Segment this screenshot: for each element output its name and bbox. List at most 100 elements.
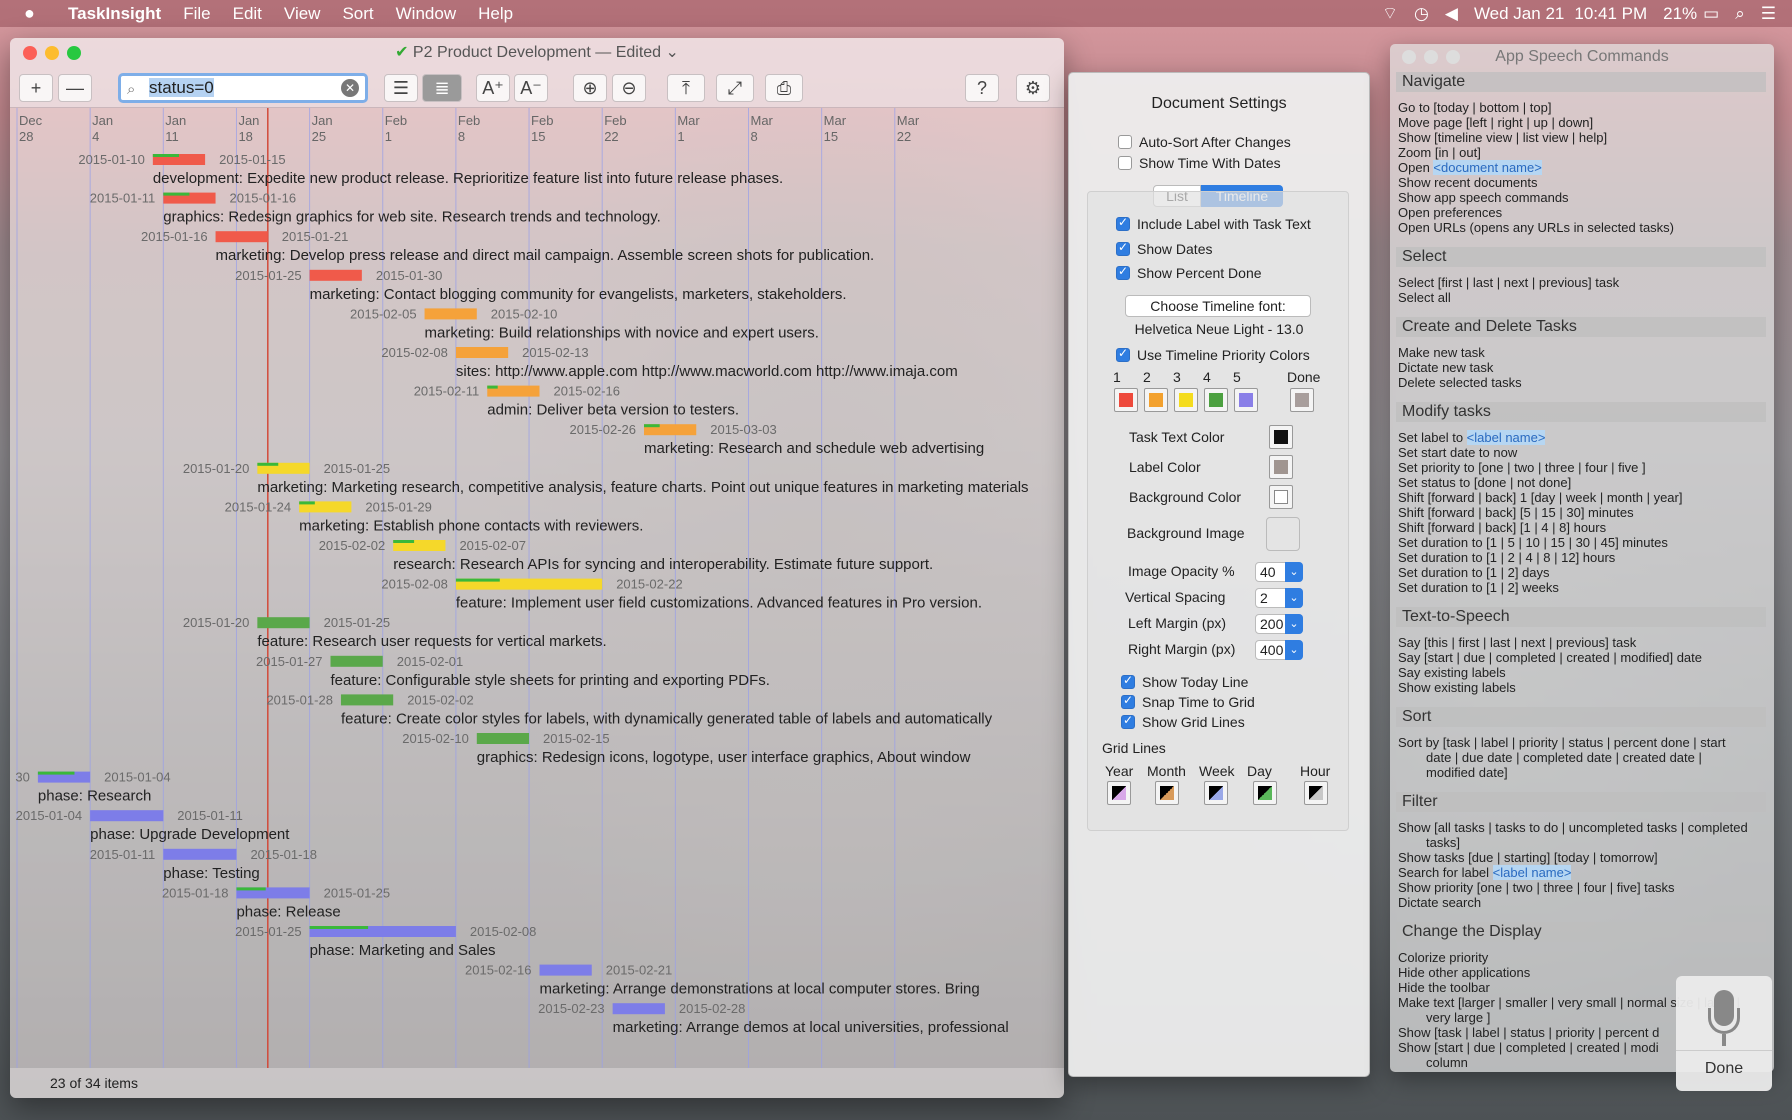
speech-command-line[interactable]: Open preferences bbox=[1398, 205, 1768, 220]
grid-lines-checkbox[interactable] bbox=[1121, 713, 1135, 729]
speech-command-line[interactable]: Open <document name> bbox=[1398, 160, 1768, 175]
speech-command-line[interactable]: Select [first | last | next | previous] … bbox=[1398, 275, 1768, 290]
bg-image-well[interactable] bbox=[1266, 517, 1300, 551]
speech-command-line[interactable]: Search for label <label name> bbox=[1398, 865, 1768, 880]
right-margin-select[interactable]: 400 ⌄ bbox=[1255, 640, 1303, 660]
label-color-swatch[interactable] bbox=[1269, 455, 1293, 479]
zoom-in-icon[interactable]: ⊕ bbox=[573, 74, 607, 102]
speech-command-line[interactable]: Sort by [task | label | priority | statu… bbox=[1398, 735, 1768, 750]
speech-command-line[interactable]: Set priority to [one | two | three | fou… bbox=[1398, 460, 1768, 475]
show-time-checkbox[interactable] bbox=[1118, 156, 1132, 170]
vertical-spacing-select[interactable]: 2 ⌄ bbox=[1255, 588, 1303, 608]
left-margin-select[interactable]: 200 ⌄ bbox=[1255, 614, 1303, 634]
speech-command-line[interactable]: Show recent documents bbox=[1398, 175, 1768, 190]
priority-3-color-swatch[interactable] bbox=[1174, 388, 1198, 412]
speech-command-line[interactable]: Shift [forward | back] 1 [day | week | m… bbox=[1398, 490, 1768, 505]
menu-window[interactable]: Window bbox=[396, 4, 456, 24]
print-icon[interactable]: ⎙ bbox=[765, 74, 803, 102]
timeline-chart[interactable]: Dec 28 Jan 4 Jan 11 Jan 18 Jan 25 Feb 1 Feb 8 Feb 15 Feb… bbox=[10, 108, 1064, 1068]
show-percent-checkbox[interactable] bbox=[1116, 264, 1130, 280]
remove-task-button[interactable]: — bbox=[58, 74, 92, 102]
priority-1-color-swatch[interactable] bbox=[1114, 388, 1138, 412]
grid-month-color-swatch[interactable] bbox=[1155, 781, 1179, 805]
speech-command-line[interactable]: Say [this | first | last | next | previo… bbox=[1398, 635, 1768, 650]
speech-command-line[interactable]: Set label to <label name> bbox=[1398, 430, 1768, 445]
app-menu[interactable]: TaskInsight bbox=[68, 4, 161, 24]
auto-sort-checkbox[interactable] bbox=[1118, 135, 1132, 149]
speech-command-line[interactable]: Set duration to [1 | 2 | 4 | 8 | 12] hou… bbox=[1398, 550, 1768, 565]
priority-4-color-swatch[interactable] bbox=[1204, 388, 1228, 412]
speech-command-line[interactable]: modified date] bbox=[1398, 765, 1768, 780]
speech-command-line[interactable]: Show tasks [due | starting] [today | tom… bbox=[1398, 850, 1768, 865]
spotlight-icon[interactable]: ⌕ bbox=[1735, 4, 1745, 24]
today-line-checkbox[interactable] bbox=[1121, 673, 1135, 689]
grid-hour-color-swatch[interactable] bbox=[1304, 781, 1328, 805]
speech-command-line[interactable]: Colorize priority bbox=[1398, 950, 1768, 965]
speech-command-line[interactable]: Make new task bbox=[1398, 345, 1768, 360]
show-dates-checkbox[interactable] bbox=[1116, 240, 1130, 256]
search-input[interactable]: ⌕ status=0 ✕ bbox=[118, 73, 368, 103]
speech-command-line[interactable]: Select all bbox=[1398, 290, 1768, 305]
speech-command-line[interactable]: Show [all tasks | tasks to do | uncomple… bbox=[1398, 820, 1768, 835]
done-button[interactable]: Done bbox=[1676, 1060, 1772, 1078]
zoom-button[interactable] bbox=[1446, 50, 1460, 64]
grid-week-color-swatch[interactable] bbox=[1204, 781, 1228, 805]
speech-command-line[interactable]: Shift [forward | back] [1 | 4 | 8] hours bbox=[1398, 520, 1768, 535]
speech-command-line[interactable]: Say existing labels bbox=[1398, 665, 1768, 680]
speech-command-line[interactable]: Delete selected tasks bbox=[1398, 375, 1768, 390]
speech-command-line[interactable]: Open URLs (opens any URLs in selected ta… bbox=[1398, 220, 1768, 235]
time-machine-icon[interactable]: ◷ bbox=[1414, 4, 1429, 24]
priority-2-color-swatch[interactable] bbox=[1144, 388, 1168, 412]
add-task-button[interactable]: + bbox=[19, 74, 53, 102]
volume-icon[interactable]: ◀ bbox=[1445, 4, 1458, 24]
zoom-button[interactable] bbox=[67, 46, 81, 60]
menu-file[interactable]: File bbox=[183, 4, 210, 24]
priority-5-color-swatch[interactable] bbox=[1234, 388, 1258, 412]
speech-command-line[interactable]: Move page [left | right | up | down] bbox=[1398, 115, 1768, 130]
task-text-color-swatch[interactable] bbox=[1269, 425, 1293, 449]
timeline-view-button[interactable]: ≣ bbox=[422, 74, 462, 102]
speech-command-line[interactable]: Show app speech commands bbox=[1398, 190, 1768, 205]
expand-icon[interactable]: ⤢ bbox=[716, 74, 754, 102]
speech-command-line[interactable]: Dictate new task bbox=[1398, 360, 1768, 375]
speech-command-line[interactable]: Set duration to [1 | 2] weeks bbox=[1398, 580, 1768, 595]
close-button[interactable] bbox=[1402, 50, 1416, 64]
menu-edit[interactable]: Edit bbox=[233, 4, 262, 24]
speech-command-line[interactable]: Show [timeline view | list view | help] bbox=[1398, 130, 1768, 145]
close-button[interactable] bbox=[23, 46, 37, 60]
speech-command-line[interactable]: Say [start | due | completed | created |… bbox=[1398, 650, 1768, 665]
speech-command-line[interactable]: Go to [today | bottom | top] bbox=[1398, 100, 1768, 115]
clear-search-icon[interactable]: ✕ bbox=[341, 79, 359, 97]
battery-icon[interactable]: ▭ bbox=[1703, 4, 1719, 24]
wifi-icon[interactable]: ⌔ bbox=[1382, 3, 1398, 24]
speech-command-line[interactable]: tasks] bbox=[1398, 835, 1768, 850]
choose-font-button[interactable]: Choose Timeline font: bbox=[1125, 295, 1311, 317]
zoom-out-icon[interactable]: ⊖ bbox=[612, 74, 646, 102]
bg-color-swatch[interactable] bbox=[1269, 485, 1293, 509]
edited-indicator[interactable]: — Edited ⌄ bbox=[595, 44, 679, 61]
battery-percent[interactable]: 21% bbox=[1663, 4, 1697, 24]
use-priority-colors-checkbox[interactable] bbox=[1116, 346, 1130, 362]
image-opacity-select[interactable]: 40 ⌄ bbox=[1255, 562, 1303, 582]
menu-view[interactable]: View bbox=[284, 4, 321, 24]
font-bigger-button[interactable]: A⁺ bbox=[476, 74, 510, 102]
apple-menu-icon[interactable]: ● bbox=[24, 3, 50, 24]
list-view-button[interactable]: ☰ bbox=[384, 74, 418, 102]
menu-help[interactable]: Help bbox=[478, 4, 513, 24]
speech-command-line[interactable]: Set duration to [1 | 2] days bbox=[1398, 565, 1768, 580]
minimize-button[interactable] bbox=[45, 46, 59, 60]
font-smaller-button[interactable]: A⁻ bbox=[514, 74, 548, 102]
grid-day-color-swatch[interactable] bbox=[1253, 781, 1277, 805]
speech-command-line[interactable]: Set duration to [1 | 5 | 10 | 15 | 30 | … bbox=[1398, 535, 1768, 550]
speech-command-line[interactable]: Show priority [one | two | three | four … bbox=[1398, 880, 1768, 895]
include-label-checkbox[interactable] bbox=[1116, 215, 1130, 231]
priority-done-color-swatch[interactable] bbox=[1290, 388, 1314, 412]
clock-time[interactable]: 10:41 PM bbox=[1574, 4, 1647, 24]
menu-sort[interactable]: Sort bbox=[342, 4, 373, 24]
speech-command-line[interactable]: Zoom [in | out] bbox=[1398, 145, 1768, 160]
notification-center-icon[interactable]: ☰ bbox=[1761, 4, 1776, 24]
clock-date[interactable]: Wed Jan 21 bbox=[1474, 4, 1564, 24]
speech-command-line[interactable]: date | due date | completed date | creat… bbox=[1398, 750, 1768, 765]
minimize-button[interactable] bbox=[1424, 50, 1438, 64]
speech-command-line[interactable]: Show existing labels bbox=[1398, 680, 1768, 695]
